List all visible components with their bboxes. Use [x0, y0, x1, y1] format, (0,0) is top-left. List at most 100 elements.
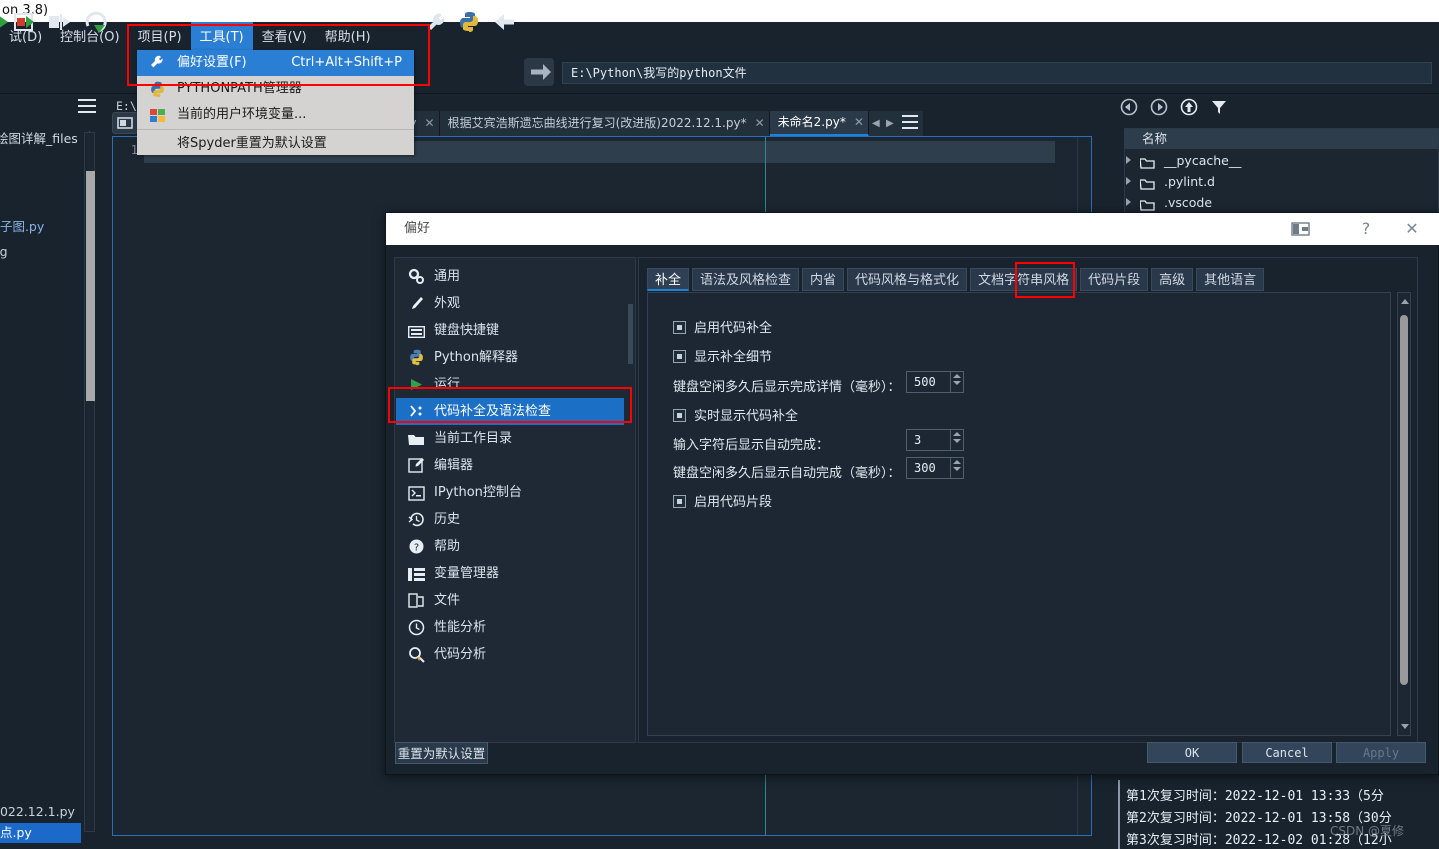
table-row[interactable]: __pycache__	[1126, 150, 1436, 171]
ok-button[interactable]: OK	[1147, 742, 1237, 763]
menu-item-view[interactable]: 查看(V)	[253, 22, 316, 50]
table-row[interactable]: .vscode	[1126, 192, 1436, 213]
checkbox[interactable]	[673, 495, 686, 508]
sidebar-item-working-directory[interactable]: 当前工作目录	[396, 425, 624, 452]
menu-item-help[interactable]: 帮助(H)	[316, 22, 380, 50]
tab-completion[interactable]: 补全	[647, 268, 690, 291]
editor-options-icon[interactable]	[896, 111, 923, 136]
left-panel-item-2[interactable]: og	[0, 244, 8, 259]
editor-tab-2[interactable]: 未命名2.py* ✕	[769, 110, 869, 136]
rerun-icon[interactable]	[82, 10, 108, 34]
menu-item-pythonpath-manager[interactable]: PYTHONPATH管理器	[137, 76, 414, 102]
stepper-up-icon[interactable]	[953, 460, 961, 464]
sidebar-item-files[interactable]: 文件	[396, 587, 624, 614]
autocomplete-delay-stepper[interactable]: 300	[906, 457, 964, 479]
back-icon[interactable]	[1120, 98, 1138, 116]
tab-introspection[interactable]: 内省	[802, 268, 845, 291]
checkbox[interactable]	[673, 321, 686, 334]
reset-defaults-button[interactable]: 重置为默认设置	[395, 742, 488, 764]
sidebar-item-help[interactable]: ? 帮助	[396, 533, 624, 560]
python-icon[interactable]	[456, 10, 482, 34]
close-icon[interactable]: ✕	[1402, 219, 1422, 239]
tab-other-languages[interactable]: 其他语言	[1196, 268, 1265, 291]
tab-advanced[interactable]: 高级	[1151, 268, 1194, 291]
folder-icon	[1139, 154, 1155, 169]
sidebar-item-code-analysis[interactable]: 代码分析	[396, 641, 624, 668]
sidebar-item-general[interactable]: 通用	[396, 263, 624, 290]
forward-arrow-button[interactable]	[524, 58, 554, 86]
sidebar-item-label: 键盘快捷键	[434, 323, 500, 338]
help-icon[interactable]: ?	[1356, 219, 1376, 239]
setting-show-completion-details[interactable]: 显示补全细节	[673, 346, 772, 365]
python-icon	[149, 81, 166, 98]
chars-before-autocomplete-stepper[interactable]: 3	[906, 429, 964, 451]
menu-item-preferences[interactable]: 偏好设置(F) Ctrl+Alt+Shift+P	[137, 50, 414, 76]
left-panel-selected-item[interactable]: 点.py	[0, 823, 81, 843]
stepper-buttons[interactable]	[950, 429, 964, 451]
stepper-down-icon[interactable]	[953, 467, 961, 471]
sidebar-scrollbar[interactable]	[628, 304, 633, 364]
tab-scroll-right-icon[interactable]: ▶	[882, 111, 897, 136]
menu-item-project[interactable]: 项目(P)	[129, 22, 191, 50]
forward-icon[interactable]	[1150, 98, 1168, 116]
wrench-icon[interactable]	[424, 10, 450, 34]
left-panel-item-1[interactable]: 4子图.py	[0, 216, 44, 235]
editor-tab-1[interactable]: 根据艾宾浩斯遗忘曲线进行复习(改进版)2022.12.1.py* ✕	[439, 111, 770, 136]
chevron-right-icon[interactable]	[1126, 198, 1131, 206]
tab-snippets[interactable]: 代码片段	[1080, 268, 1149, 291]
stepper-value: 3	[914, 433, 922, 447]
cancel-button[interactable]: Cancel	[1242, 742, 1332, 763]
window-title-strip: on 3.8)	[0, 0, 1439, 22]
sidebar-item-variable-explorer[interactable]: 变量管理器	[396, 560, 624, 587]
checkbox[interactable]	[673, 350, 686, 363]
menu-item-user-env-vars[interactable]: 当前的用户环境变量...	[137, 102, 414, 128]
close-icon[interactable]: ✕	[425, 111, 435, 136]
parent-directory-icon[interactable]	[1180, 98, 1198, 116]
setting-show-completions-on-the-fly[interactable]: 实时显示代码补全	[673, 405, 798, 424]
sidebar-item-profiler[interactable]: 性能分析	[396, 614, 624, 641]
file-explorer-column-header[interactable]: 名称	[1124, 129, 1438, 149]
scroll-down-icon[interactable]	[1401, 724, 1409, 729]
sidebar-item-ipython-console[interactable]: IPython控制台	[396, 479, 624, 506]
question-icon: ?	[408, 538, 425, 555]
filter-icon[interactable]	[1210, 98, 1228, 116]
scroll-up-icon[interactable]	[1401, 299, 1409, 304]
working-directory-field[interactable]: E:\Python\我写的python文件	[562, 62, 1432, 84]
sidebar-item-editor[interactable]: 编辑器	[396, 452, 624, 479]
hamburger-icon[interactable]	[78, 99, 96, 113]
close-icon[interactable]: ✕	[755, 111, 765, 136]
sidebar-item-appearance[interactable]: 外观	[396, 290, 624, 317]
stepper-down-icon[interactable]	[953, 381, 961, 385]
run-cell-advance-icon[interactable]	[12, 10, 38, 34]
stepper-buttons[interactable]	[950, 371, 964, 393]
content-scrollbar[interactable]	[1397, 292, 1411, 736]
back-arrow-icon[interactable]	[493, 10, 519, 34]
table-row[interactable]: .pylint.d	[1126, 171, 1436, 192]
chevron-right-icon[interactable]	[1126, 156, 1131, 164]
tab-code-style[interactable]: 代码风格与格式化	[847, 268, 968, 291]
sidebar-item-shortcuts[interactable]: 键盘快捷键	[396, 317, 624, 344]
menu-item-reset-spyder[interactable]: 将Spyder重置为默认设置	[137, 131, 414, 157]
tab-scroll-left-icon[interactable]: ◀	[868, 111, 883, 136]
sidebar-item-python-interpreter[interactable]: Python解释器	[396, 344, 624, 371]
completion-detail-delay-stepper[interactable]: 500	[906, 371, 964, 393]
scrollbar-thumb[interactable]	[86, 171, 95, 401]
menu-item-tools[interactable]: 工具(T)	[190, 22, 253, 50]
setting-label: 启用代码补全	[694, 321, 773, 336]
left-panel-item-3[interactable]: 2022.12.1.py	[0, 804, 75, 819]
chevron-right-icon[interactable]	[1126, 177, 1131, 185]
tab-linting[interactable]: 语法及风格检查	[692, 268, 800, 291]
left-panel-scrollbar[interactable]	[84, 132, 95, 832]
sidebar-item-history[interactable]: 历史	[396, 506, 624, 533]
setting-enable-snippets[interactable]: 启用代码片段	[673, 491, 772, 510]
setting-enable-code-completion[interactable]: 启用代码补全	[673, 317, 772, 336]
close-icon[interactable]: ✕	[854, 110, 864, 135]
stepper-up-icon[interactable]	[953, 374, 961, 378]
scrollbar-thumb[interactable]	[1400, 315, 1408, 685]
stepper-up-icon[interactable]	[953, 432, 961, 436]
run-selection-icon[interactable]	[46, 10, 72, 34]
checkbox[interactable]	[673, 409, 686, 422]
restore-icon[interactable]	[1289, 219, 1313, 239]
stepper-buttons[interactable]	[950, 457, 964, 479]
stepper-down-icon[interactable]	[953, 439, 961, 443]
